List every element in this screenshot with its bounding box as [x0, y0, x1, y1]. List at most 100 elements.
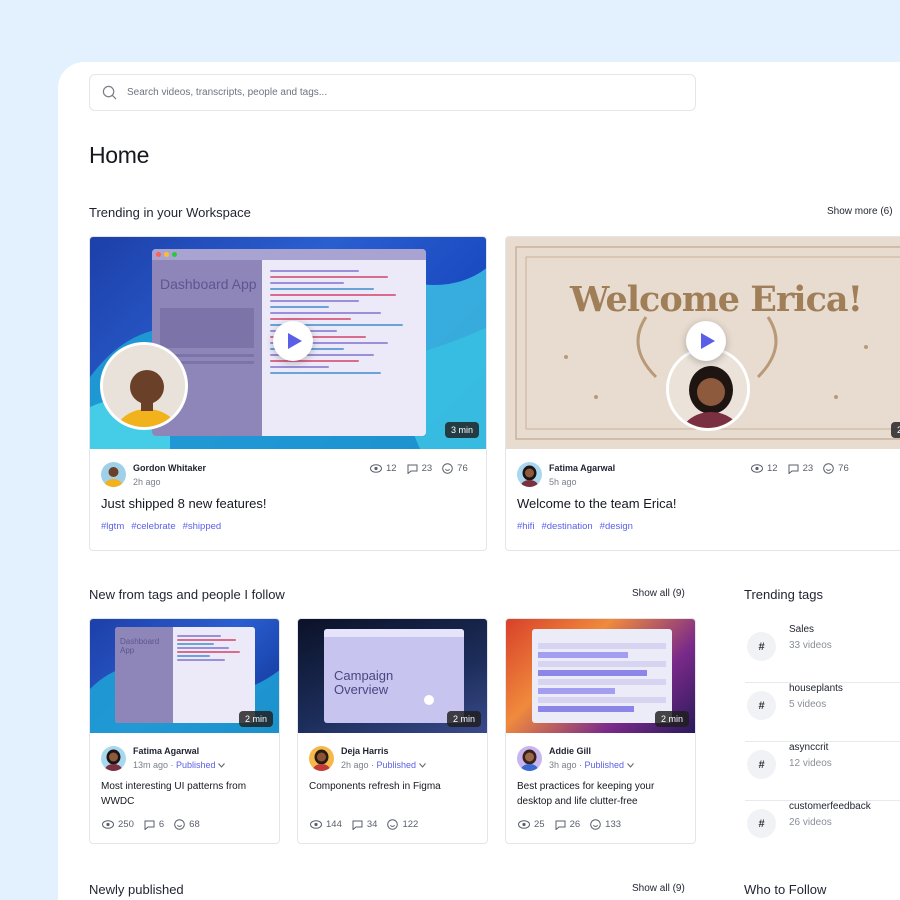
app-window: Dashboard App: [115, 627, 255, 723]
tag-link[interactable]: #hifi: [517, 521, 534, 532]
publish-status[interactable]: 2h ago · Published: [341, 760, 426, 770]
reaction-count: 76: [457, 463, 468, 474]
newly-published-title: Newly published: [89, 882, 184, 897]
tag-name[interactable]: houseplants: [789, 683, 843, 694]
show-all-link[interactable]: Show all (9): [632, 588, 685, 599]
author-name[interactable]: Deja Harris: [341, 746, 389, 756]
chevron-down-icon: [218, 763, 225, 768]
video-thumbnail[interactable]: 2 min: [506, 619, 695, 733]
timestamp: 2h ago: [133, 477, 161, 487]
video-title[interactable]: Just shipped 8 new features!: [101, 496, 267, 511]
comment-icon: [788, 464, 799, 474]
eye-icon: [370, 464, 382, 473]
video-stats: 12 23 76: [370, 463, 468, 474]
tag-link[interactable]: #lgtm: [101, 521, 124, 532]
avatar[interactable]: [101, 462, 126, 487]
presenter-bubble: [100, 342, 188, 430]
tag-link[interactable]: #design: [600, 521, 633, 532]
avatar[interactable]: [517, 462, 542, 487]
video-stats: 250 6 68: [102, 819, 200, 830]
smiley-icon: [590, 819, 601, 830]
video-thumbnail[interactable]: Campaign Overview 2 min: [298, 619, 487, 733]
tag-name[interactable]: Sales: [789, 624, 814, 635]
video-card[interactable]: 2 min Addie Gill 3h ago · Published Best…: [505, 618, 696, 844]
author-name[interactable]: Fatima Agarwal: [549, 463, 615, 473]
tag-list: #lgtm #celebrate #shipped: [101, 521, 221, 532]
comment-icon: [144, 820, 155, 830]
tag-item[interactable]: # asynccrit 12 videos: [745, 742, 900, 801]
video-card[interactable]: Campaign Overview 2 min Deja Harris 2h a…: [297, 618, 488, 844]
smiley-icon: [387, 819, 399, 830]
video-stats: 25 26 133: [518, 819, 621, 830]
chevron-down-icon: [418, 763, 426, 768]
eye-icon: [310, 820, 322, 829]
following-section-title: New from tags and people I follow: [89, 587, 285, 602]
publish-status[interactable]: 13m ago · Published: [133, 760, 225, 770]
play-icon: [287, 333, 302, 349]
tag-item[interactable]: # houseplants 5 videos: [745, 683, 900, 742]
thumb-app-label: Dashboard App: [120, 637, 160, 655]
publish-status[interactable]: 3h ago · Published: [549, 760, 634, 770]
hash-icon: #: [747, 809, 776, 838]
eye-icon: [751, 464, 763, 473]
video-thumbnail[interactable]: Dashboard App 3 min: [90, 237, 486, 449]
tag-list: #hifi #destination #design: [517, 521, 633, 532]
eye-icon: [102, 820, 114, 829]
view-count: 12: [767, 463, 778, 474]
video-thumbnail[interactable]: Dashboard App 2 min: [90, 619, 279, 733]
show-more-link[interactable]: Show more (6): [827, 206, 893, 217]
play-button[interactable]: [686, 321, 726, 361]
search-bar[interactable]: [89, 74, 696, 111]
view-count: 25: [534, 819, 545, 830]
author-name[interactable]: Fatima Agarwal: [133, 746, 199, 756]
tag-link[interactable]: #shipped: [183, 521, 222, 532]
main-panel: Home Trending in your Workspace Show mor…: [58, 62, 900, 900]
tag-link[interactable]: #celebrate: [131, 521, 175, 532]
chevron-down-icon: [626, 763, 634, 768]
video-card[interactable]: Dashboard App 3 min Gordon Whitaker 2h a…: [89, 236, 487, 551]
hash-icon: #: [747, 750, 776, 779]
play-icon: [700, 333, 715, 349]
comment-count: 23: [802, 463, 814, 474]
video-title[interactable]: Components refresh in Figma: [309, 779, 479, 794]
video-stats: 144 34 122: [310, 819, 418, 830]
avatar[interactable]: [517, 746, 542, 771]
avatar[interactable]: [309, 746, 334, 771]
author-name[interactable]: Gordon Whitaker: [133, 463, 206, 473]
tag-name[interactable]: asynccrit: [789, 742, 828, 753]
hash-icon: #: [747, 632, 776, 661]
app-window: Campaign Overview: [324, 629, 464, 723]
play-button[interactable]: [273, 321, 313, 361]
video-card[interactable]: Dashboard App 2 min Fatima Agarwal 13m a…: [89, 618, 280, 844]
duration-badge: 2 min: [446, 711, 481, 727]
hash-icon: #: [747, 691, 776, 720]
video-card[interactable]: Welcome Erica! 2 min Fatima Agarwal 5h a…: [505, 236, 900, 551]
author-name[interactable]: Addie Gill: [549, 746, 591, 756]
page-title: Home: [89, 142, 150, 168]
search-input[interactable]: [127, 87, 647, 98]
video-title[interactable]: Best practices for keeping your desktop …: [517, 779, 687, 809]
comment-icon: [352, 820, 363, 830]
comment-icon: [407, 464, 418, 474]
tag-video-count: 5 videos: [789, 699, 827, 710]
tag-link[interactable]: #destination: [541, 521, 592, 532]
tag-video-count: 33 videos: [789, 640, 832, 651]
show-all-link[interactable]: Show all (9): [632, 883, 685, 894]
tag-item[interactable]: # Sales 33 videos: [745, 624, 900, 683]
video-title[interactable]: Welcome to the team Erica!: [517, 496, 676, 511]
tag-item[interactable]: # customerfeedback 26 videos: [745, 801, 900, 860]
video-title[interactable]: Most interesting UI patterns from WWDC: [101, 779, 271, 809]
reaction-count: 68: [189, 819, 200, 830]
tag-video-count: 12 videos: [789, 758, 832, 769]
reaction-count: 76: [838, 463, 849, 474]
duration-badge: 3 min: [444, 422, 479, 438]
smiley-icon: [442, 463, 453, 474]
video-thumbnail[interactable]: Welcome Erica! 2 min: [506, 237, 900, 449]
view-count: 144: [326, 819, 342, 830]
who-to-follow-title: Who to Follow: [744, 882, 827, 897]
tag-name[interactable]: customerfeedback: [789, 801, 871, 812]
tag-video-count: 26 videos: [789, 817, 832, 828]
thumb-welcome-label: Welcome Erica!: [570, 279, 863, 320]
duration-badge: 2 min: [654, 711, 689, 727]
avatar[interactable]: [101, 746, 126, 771]
